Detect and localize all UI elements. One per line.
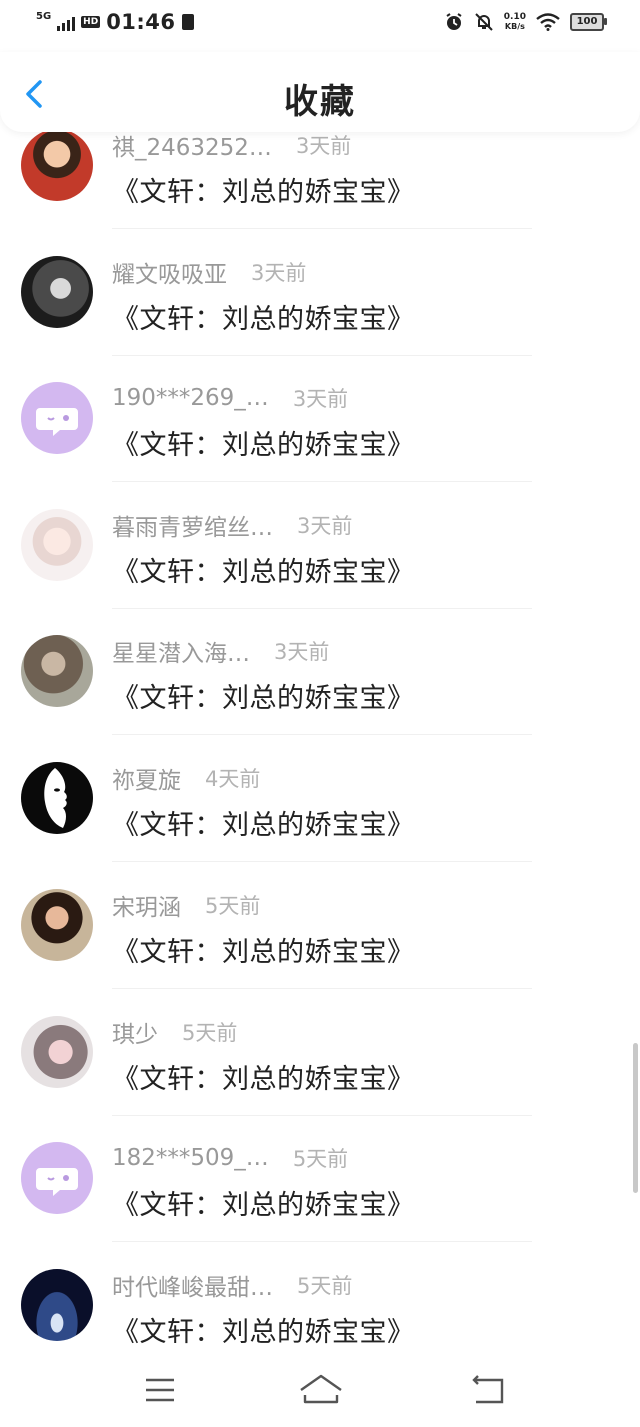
list-item[interactable]: 琪少 5天前 《文轩：刘总的娇宝宝》 bbox=[0, 987, 640, 1116]
speed-value: 0.10 bbox=[503, 12, 526, 22]
time-ago: 3天前 bbox=[274, 640, 330, 664]
list-item[interactable]: 190***269_… 3天前 《文轩：刘总的娇宝宝》 bbox=[0, 353, 640, 482]
signal-icon bbox=[57, 13, 76, 31]
network-type: 5G bbox=[36, 10, 52, 22]
list-item[interactable]: 耀文吸吸亚 3天前 《文轩：刘总的娇宝宝》 bbox=[0, 227, 640, 356]
status-bar: 5G HD 01:46 0.10 KB/s 100 bbox=[0, 0, 640, 52]
network-speed: 0.10 KB/s bbox=[503, 12, 526, 32]
system-nav-bar bbox=[0, 1350, 640, 1427]
book-title[interactable]: 《文轩：刘总的娇宝宝》 bbox=[112, 930, 415, 969]
user-name[interactable]: 暮雨青萝绾丝… bbox=[112, 508, 273, 542]
time-ago: 3天前 bbox=[251, 261, 307, 285]
time-ago: 3天前 bbox=[292, 387, 349, 411]
time-ago: 5天前 bbox=[205, 894, 261, 918]
avatar[interactable] bbox=[21, 889, 93, 961]
book-title[interactable]: 《文轩：刘总的娇宝宝》 bbox=[112, 297, 415, 336]
list-item[interactable]: 时代峰峻最甜… 5天前 《文轩：刘总的娇宝宝》 bbox=[0, 1240, 640, 1366]
avatar[interactable] bbox=[21, 635, 93, 707]
user-name[interactable]: 星星潜入海… bbox=[112, 634, 250, 668]
home-icon bbox=[300, 1374, 342, 1404]
time-ago: 5天前 bbox=[297, 1274, 353, 1298]
user-name[interactable]: 祢夏旋 bbox=[112, 761, 181, 795]
avatar[interactable] bbox=[21, 762, 93, 834]
list-item[interactable]: 祢夏旋 4天前 《文轩：刘总的娇宝宝》 bbox=[0, 733, 640, 862]
list-item[interactable]: 暮雨青萝绾丝… 3天前 《文轩：刘总的娇宝宝》 bbox=[0, 480, 640, 609]
hd-badge: HD bbox=[81, 16, 101, 28]
battery-icon: 100 bbox=[570, 13, 607, 31]
time-ago: 4天前 bbox=[205, 767, 261, 791]
back-icon bbox=[472, 1375, 504, 1404]
page-title: 收藏 bbox=[284, 82, 356, 122]
time-ago: 3天前 bbox=[297, 514, 353, 538]
book-title[interactable]: 《文轩：刘总的娇宝宝》 bbox=[112, 676, 415, 715]
time-ago: 5天前 bbox=[182, 1021, 238, 1045]
user-name[interactable]: 时代峰峻最甜… bbox=[112, 1268, 273, 1302]
user-name[interactable]: 宋玥涵 bbox=[112, 888, 181, 922]
book-title[interactable]: 《文轩：刘总的娇宝宝》 bbox=[112, 550, 415, 589]
book-title[interactable]: 《文轩：刘总的娇宝宝》 bbox=[112, 170, 415, 209]
speed-unit: KB/s bbox=[504, 22, 525, 31]
avatar[interactable] bbox=[21, 1016, 93, 1088]
avatar[interactable] bbox=[21, 256, 93, 328]
clipboard-icon bbox=[181, 14, 194, 30]
user-name[interactable]: 耀文吸吸亚 bbox=[112, 255, 227, 289]
scrollbar[interactable] bbox=[633, 1043, 638, 1193]
book-title[interactable]: 《文轩：刘总的娇宝宝》 bbox=[112, 423, 415, 462]
list-item[interactable]: 星星潜入海… 3天前 《文轩：刘总的娇宝宝》 bbox=[0, 606, 640, 735]
mute-icon bbox=[475, 13, 493, 31]
user-name[interactable]: 琪少 bbox=[112, 1015, 158, 1049]
time-ago: 3天前 bbox=[295, 134, 352, 158]
avatar[interactable] bbox=[21, 509, 93, 581]
avatar[interactable] bbox=[21, 129, 93, 201]
book-title[interactable]: 《文轩：刘总的娇宝宝》 bbox=[112, 1310, 415, 1349]
user-name[interactable]: 182***509_… bbox=[112, 1145, 269, 1171]
time-ago: 5天前 bbox=[292, 1147, 349, 1171]
book-title[interactable]: 《文轩：刘总的娇宝宝》 bbox=[112, 1057, 415, 1096]
avatar[interactable] bbox=[21, 1269, 93, 1341]
menu-button[interactable] bbox=[142, 1370, 182, 1410]
avatar[interactable] bbox=[21, 382, 93, 454]
wifi-icon bbox=[536, 13, 560, 31]
menu-icon bbox=[146, 1378, 174, 1402]
user-name[interactable]: 祺_2463252… bbox=[112, 128, 272, 162]
back-nav-button[interactable] bbox=[468, 1370, 508, 1410]
clock: 01:46 bbox=[106, 10, 176, 34]
default-chat-icon bbox=[36, 1168, 78, 1196]
book-title[interactable]: 《文轩：刘总的娇宝宝》 bbox=[112, 1183, 415, 1222]
home-button[interactable] bbox=[298, 1370, 344, 1410]
default-chat-icon bbox=[36, 408, 78, 436]
avatar[interactable] bbox=[21, 1142, 93, 1214]
alarm-icon bbox=[446, 13, 462, 30]
list-item[interactable]: 182***509_… 5天前 《文轩：刘总的娇宝宝》 bbox=[0, 1113, 640, 1242]
book-title[interactable]: 《文轩：刘总的娇宝宝》 bbox=[112, 803, 415, 842]
page-header: 收藏 bbox=[0, 52, 640, 132]
user-name[interactable]: 190***269_… bbox=[112, 385, 269, 411]
mask-icon bbox=[44, 768, 67, 828]
list-item[interactable]: 宋玥涵 5天前 《文轩：刘总的娇宝宝》 bbox=[0, 860, 640, 989]
